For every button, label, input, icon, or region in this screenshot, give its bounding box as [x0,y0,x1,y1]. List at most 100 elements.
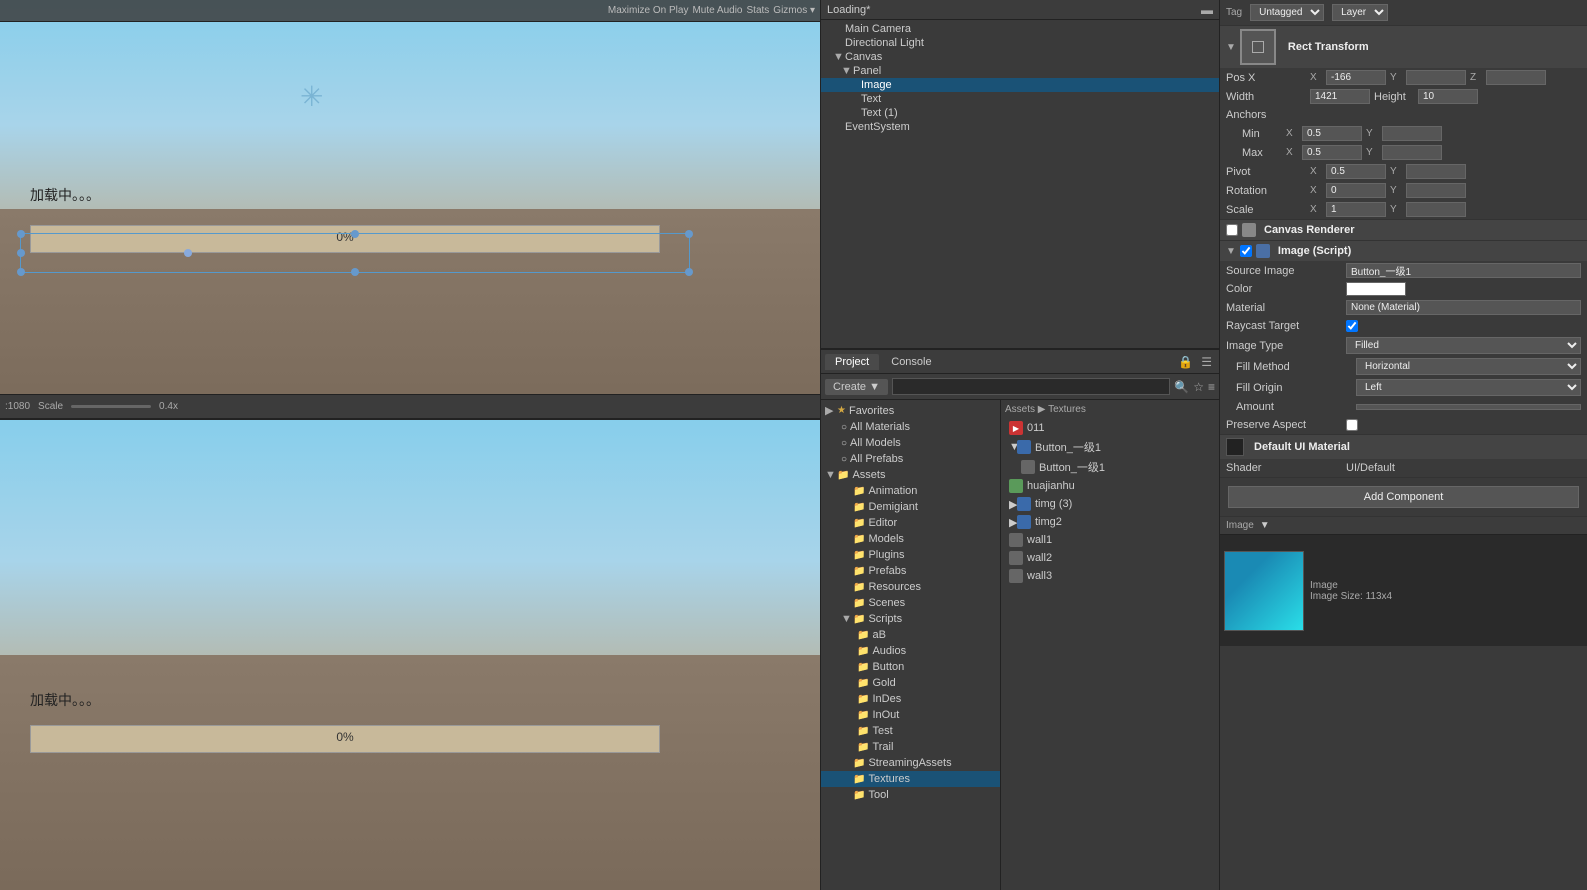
handle-bl[interactable] [17,268,25,276]
project-assets-area[interactable]: Assets ▶ Textures ▶ 011 ▼ Button_一级1 [1001,400,1219,890]
tree-models[interactable]: 📁 Models [821,531,1000,547]
asset-011[interactable]: ▶ 011 [1005,419,1215,437]
tree-plugins[interactable]: 📁 Plugins [821,547,1000,563]
tree-assets[interactable]: ▼ 📁 Assets [821,467,1000,483]
handle-tl[interactable] [17,230,25,238]
tag-dropdown[interactable]: Untagged [1250,4,1324,21]
filter-icon-btn[interactable]: ☆ [1193,380,1204,394]
canvas-renderer-header[interactable]: Canvas Renderer [1220,220,1587,240]
tree-indes[interactable]: 📁 InDes [821,691,1000,707]
handle-tm[interactable] [351,230,359,238]
scale-slider[interactable] [71,405,151,408]
pos-z-input[interactable] [1486,70,1546,85]
scale-y-input[interactable] [1406,202,1466,217]
canvas-renderer-checkbox[interactable] [1226,224,1238,236]
image-script-checkbox[interactable] [1240,245,1252,257]
project-search-input[interactable] [892,378,1170,395]
tree-tool[interactable]: 📁 Tool [821,787,1000,803]
image-type-dropdown[interactable]: Filled [1346,337,1581,354]
preview-arrow[interactable]: ▼ [1260,520,1270,531]
asset-timg2[interactable]: ▶ timg2 [1005,513,1215,531]
anchor-max-x-input[interactable] [1302,145,1362,160]
tree-audios[interactable]: 📁 Audios [821,643,1000,659]
tab-console[interactable]: Console [881,354,941,370]
gizmos-label[interactable]: Gizmos ▾ [773,5,815,16]
scale-x-input[interactable] [1326,202,1386,217]
hier-text[interactable]: Text [821,92,1219,106]
tree-scripts[interactable]: ▼ 📁 Scripts [821,611,1000,627]
pos-x-input[interactable] [1326,70,1386,85]
fill-origin-dropdown[interactable]: Left [1356,379,1581,396]
tree-favorites[interactable]: ▶ ★ Favorites [821,402,1000,419]
asset-huajianhu[interactable]: huajianhu [1005,477,1215,495]
anchor-min-x-input[interactable] [1302,126,1362,141]
settings-icon-btn[interactable]: ≡ [1208,380,1215,394]
stats-label[interactable]: Stats [747,5,770,16]
add-component-btn[interactable]: Add Component [1228,486,1579,508]
handle-tr[interactable] [685,230,693,238]
tree-trail[interactable]: 📁 Trail [821,739,1000,755]
material-input[interactable] [1346,300,1581,315]
tree-resources[interactable]: 📁 Resources [821,579,1000,595]
anchor-max-y-input[interactable] [1382,145,1442,160]
hier-directional-light[interactable]: Directional Light [821,36,1219,50]
hier-image[interactable]: Image [821,78,1219,92]
hier-eventsystem[interactable]: EventSystem [821,120,1219,134]
tree-textures[interactable]: 📁 Textures [821,771,1000,787]
tree-scenes[interactable]: 📁 Scenes [821,595,1000,611]
layer-dropdown[interactable]: Layer [1332,4,1388,21]
hier-panel[interactable]: ▼ Panel [821,64,1219,78]
hierarchy-content[interactable]: Main Camera Directional Light ▼ Canvas [821,20,1219,348]
fill-method-dropdown[interactable]: Horizontal [1356,358,1581,375]
image-script-header[interactable]: ▼ Image (Script) [1220,241,1587,261]
menu-icon[interactable]: ☰ [1198,355,1215,369]
tree-prefabs[interactable]: 📁 Prefabs [821,563,1000,579]
selection-box[interactable] [20,233,690,273]
create-btn[interactable]: Create ▼ [825,379,888,395]
inspector-scroll[interactable]: Tag Untagged Layer ▼ Rect Transform [1220,0,1587,890]
hier-text1[interactable]: Text (1) [821,106,1219,120]
tree-aB[interactable]: 📁 aB [821,627,1000,643]
handle-ml[interactable] [17,249,25,257]
default-material-header[interactable]: Default UI Material [1220,435,1587,459]
rect-transform-header[interactable]: ▼ Rect Transform [1220,26,1587,68]
tree-streaming-assets[interactable]: 📁 StreamingAssets [821,755,1000,771]
tree-all-models[interactable]: ○ All Models [821,435,1000,451]
asset-wall3[interactable]: wall3 [1005,567,1215,585]
handle-br[interactable] [685,268,693,276]
rotation-x-input[interactable] [1326,183,1386,198]
lock-icon[interactable]: 🔒 [1175,355,1196,369]
color-swatch[interactable] [1346,282,1406,296]
tree-editor[interactable]: 📁 Editor [821,515,1000,531]
raycast-checkbox[interactable] [1346,320,1358,332]
anchor-min-y-input[interactable] [1382,126,1442,141]
tree-inout[interactable]: 📁 InOut [821,707,1000,723]
pivot-y-input[interactable] [1406,164,1466,179]
handle-bm[interactable] [351,268,359,276]
tree-all-materials[interactable]: ○ All Materials [821,419,1000,435]
search-icon-btn[interactable]: 🔍 [1174,380,1189,394]
rotation-y-input[interactable] [1406,183,1466,198]
tree-gold[interactable]: 📁 Gold [821,675,1000,691]
hier-main-camera[interactable]: Main Camera [821,22,1219,36]
tree-animation[interactable]: 📁 Animation [821,483,1000,499]
fill-amount-slider[interactable] [1356,404,1581,410]
width-input[interactable] [1310,89,1370,104]
asset-timg3[interactable]: ▶ timg (3) [1005,495,1215,513]
tree-all-prefabs[interactable]: ○ All Prefabs [821,451,1000,467]
asset-button-image[interactable]: Button_一级1 [1005,457,1215,477]
mute-label[interactable]: Mute Audio [692,5,742,16]
maximize-label[interactable]: Maximize On Play [608,5,689,16]
hier-canvas[interactable]: ▼ Canvas [821,50,1219,64]
pivot-x-input[interactable] [1326,164,1386,179]
tree-demigiant[interactable]: 📁 Demigiant [821,499,1000,515]
asset-button-folder[interactable]: ▼ Button_一级1 [1005,437,1215,457]
project-tree[interactable]: ▶ ★ Favorites ○ All Materials ○ All Mode… [821,400,1001,890]
asset-wall1[interactable]: wall1 [1005,531,1215,549]
height-input[interactable] [1418,89,1478,104]
tree-test[interactable]: 📁 Test [821,723,1000,739]
tree-button[interactable]: 📁 Button [821,659,1000,675]
minimize-hierarchy-btn[interactable]: ▬ [1201,3,1213,17]
handle-center[interactable] [184,249,192,257]
asset-wall2[interactable]: wall2 [1005,549,1215,567]
